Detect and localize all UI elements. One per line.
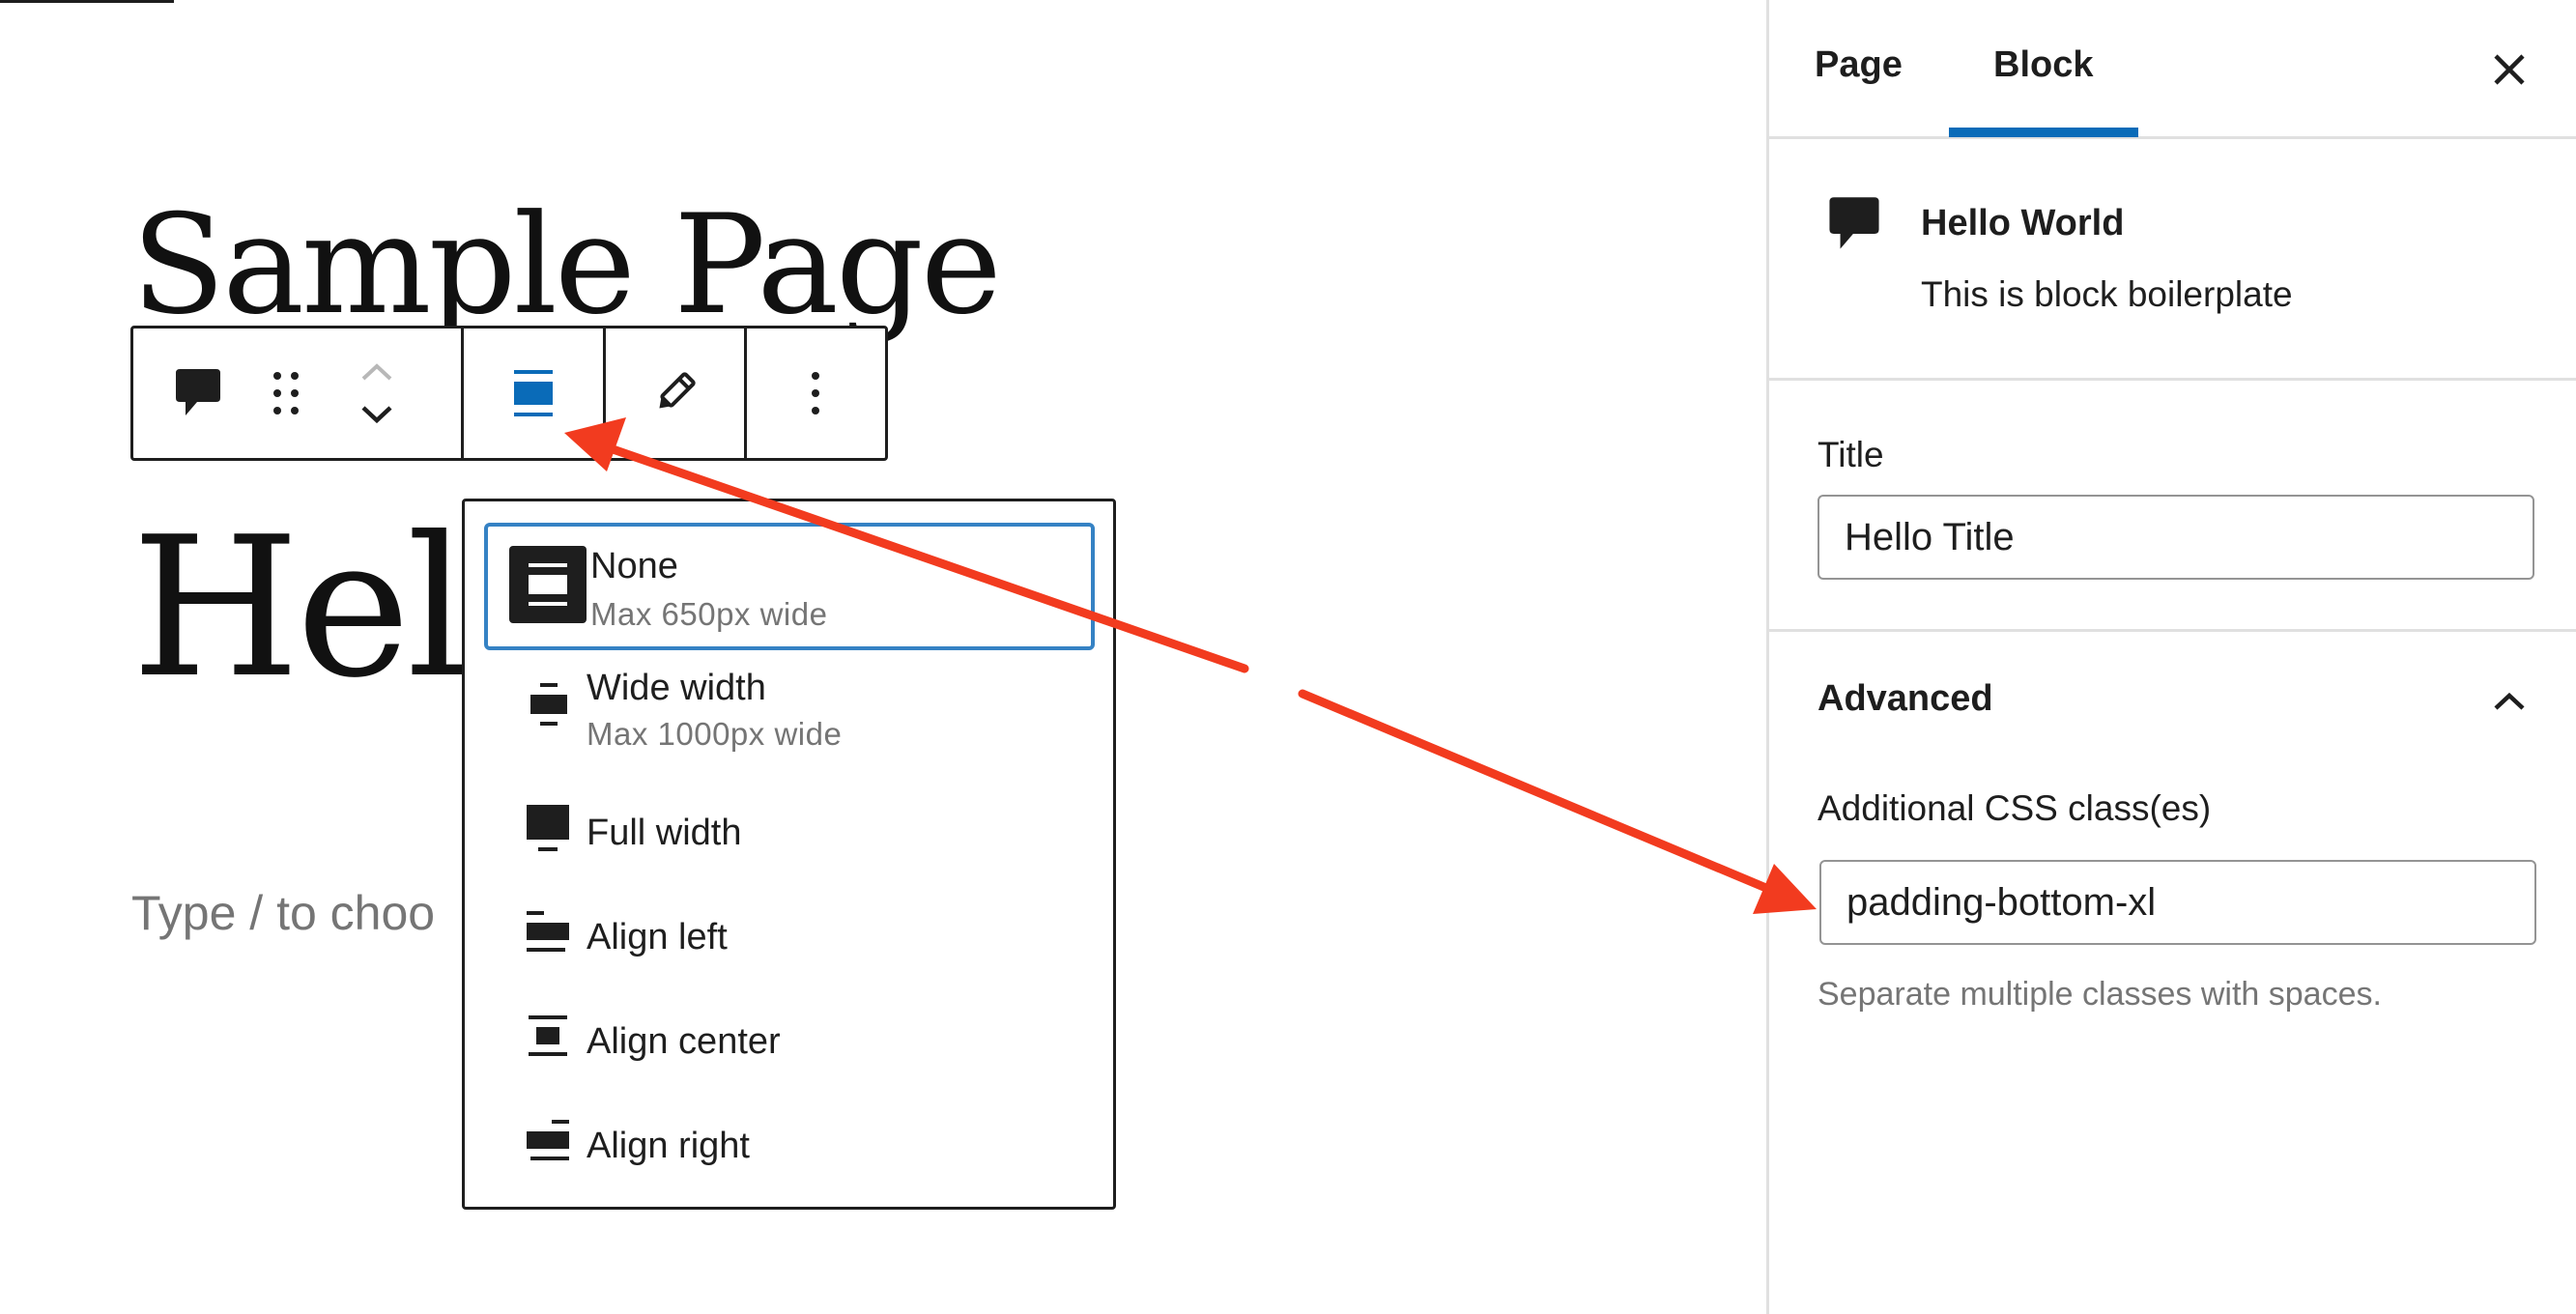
menu-item-label: Full width: [587, 813, 742, 853]
menu-item-full-width[interactable]: Full width: [484, 787, 1095, 874]
more-vertical-icon: [812, 372, 820, 414]
css-classes-input[interactable]: [1819, 860, 2536, 945]
menu-item-label: Wide width: [587, 668, 766, 708]
block-card-title: Hello World: [1921, 203, 2125, 243]
block-type-button[interactable]: [172, 364, 224, 422]
block-card: Hello World This is block boilerplate: [1769, 139, 2576, 381]
chevron-up-icon: [2494, 692, 2525, 710]
menu-item-align-center[interactable]: Align center: [484, 996, 1095, 1083]
edit-button[interactable]: [645, 364, 703, 422]
chevron-down-icon[interactable]: [358, 402, 396, 427]
close-sidebar-button[interactable]: [2480, 41, 2538, 99]
close-icon: [2494, 54, 2525, 85]
css-classes-label: Additional CSS class(es): [1818, 788, 2212, 828]
more-options-button[interactable]: [796, 364, 835, 422]
toolbar-group-block: [133, 328, 461, 458]
pencil-icon: [659, 372, 696, 409]
tab-block[interactable]: Block: [1993, 44, 2093, 86]
toolbar-group-options: [743, 328, 885, 458]
menu-item-description: Max 650px wide: [590, 596, 828, 632]
toolbar-group-edit: [602, 328, 744, 458]
menu-item-label: None: [590, 546, 678, 586]
menu-item-label: Align right: [587, 1126, 750, 1166]
css-classes-help: Separate multiple classes with spaces.: [1818, 976, 2382, 1013]
menu-item-align-right[interactable]: Align right: [484, 1100, 1095, 1187]
menu-item-none[interactable]: None Max 650px wide: [484, 523, 1095, 650]
block-toolbar: [130, 326, 888, 461]
align-button[interactable]: [504, 364, 562, 422]
menu-item-wide-width[interactable]: Wide width Max 1000px wide: [484, 654, 1095, 760]
title-field-label: Title: [1818, 435, 1884, 474]
tab-page[interactable]: Page: [1815, 44, 1903, 86]
sidebar-tabs: Page Block: [1769, 0, 2576, 139]
title-input[interactable]: [1818, 495, 2534, 580]
alignment-dropdown: None Max 650px wide Wide width Max 1000p…: [462, 499, 1116, 1210]
drag-handle-icon: [273, 372, 299, 414]
menu-item-label: Align left: [587, 917, 728, 957]
advanced-panel-title[interactable]: Advanced: [1818, 678, 1993, 720]
comment-icon: [1829, 197, 1879, 249]
menu-item-align-left[interactable]: Align left: [484, 892, 1095, 979]
align-full-icon: [509, 793, 587, 871]
align-center-icon: [509, 1002, 587, 1079]
advanced-panel: Advanced Additional CSS class(es) Separa…: [1769, 632, 2576, 1314]
block-card-description: This is block boilerplate: [1921, 274, 2293, 314]
align-right-icon: [509, 1106, 587, 1184]
toolbar-group-align: [461, 328, 602, 458]
editor-canvas: Sample Page Hell Type / to choo None Max…: [0, 0, 1766, 1314]
active-tab-indicator: [1949, 128, 2138, 137]
chevron-up-icon[interactable]: [358, 359, 396, 385]
title-panel: Title: [1769, 381, 2576, 632]
menu-item-label: Align center: [587, 1021, 781, 1062]
align-none-icon: [509, 546, 587, 623]
comment-icon: [176, 369, 220, 415]
drag-handle-button[interactable]: [265, 364, 307, 422]
align-wide-icon: [509, 666, 587, 743]
align-none-icon: [513, 370, 553, 416]
block-placeholder[interactable]: Type / to choo: [131, 885, 435, 941]
settings-sidebar: Page Block Hello World This is block boi…: [1766, 0, 2576, 1314]
block-mover: [356, 345, 398, 442]
page-title[interactable]: Sample Page: [131, 184, 1002, 348]
menu-item-description: Max 1000px wide: [587, 716, 843, 752]
align-left-icon: [509, 898, 587, 975]
advanced-panel-toggle[interactable]: [2480, 672, 2538, 730]
